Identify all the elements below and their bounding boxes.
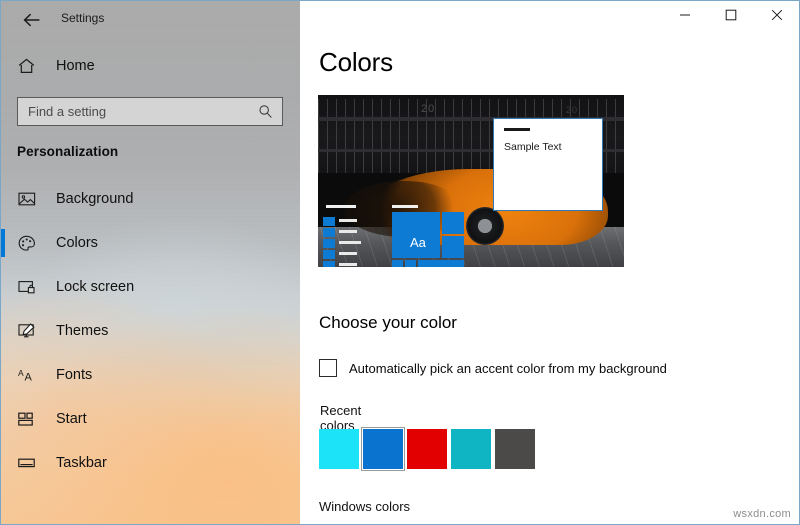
sidebar-item-background[interactable]: Background [1, 177, 300, 221]
preview-start-rail-title [326, 205, 356, 208]
sidebar-item-label: Background [56, 191, 133, 207]
color-preview-image: 20 20 [318, 95, 624, 267]
recent-colors-swatches [319, 429, 539, 469]
search-placeholder: Find a setting [28, 104, 258, 119]
preview-tile-group-title [392, 205, 418, 208]
maximize-icon [725, 8, 737, 26]
preview-tile-letter: Aa [410, 235, 426, 250]
sidebar-item-start[interactable]: Start [1, 397, 300, 441]
sidebar-item-fonts[interactable]: A A Fonts [1, 353, 300, 397]
sidebar: Settings Home Find a setting Personaliza… [1, 1, 300, 524]
lock-screen-icon [18, 279, 40, 295]
color-swatch[interactable] [407, 429, 447, 469]
window-title: Settings [61, 8, 104, 28]
window-controls [662, 1, 800, 33]
preview-car-wheel [466, 207, 504, 245]
sidebar-item-label: Colors [56, 235, 98, 251]
auto-accent-checkbox[interactable] [319, 359, 337, 377]
sidebar-home-label: Home [56, 58, 95, 74]
taskbar-icon [18, 456, 40, 470]
color-swatch[interactable] [319, 429, 359, 469]
svg-text:A: A [25, 372, 33, 384]
back-button[interactable] [10, 5, 54, 35]
color-swatch[interactable] [451, 429, 491, 469]
palette-icon [18, 235, 40, 252]
sidebar-item-colors[interactable]: Colors [1, 221, 300, 265]
preview-sample-text: Sample Text [504, 141, 562, 153]
sidebar-item-label: Themes [56, 323, 108, 339]
maximize-button[interactable] [708, 1, 754, 33]
start-tiles-icon [18, 412, 40, 427]
preview-wallpaper-number: 20 [421, 103, 435, 115]
watermark: wsxdn.com [733, 508, 791, 520]
settings-window: Settings Home Find a setting Personaliza… [0, 0, 800, 525]
sidebar-nav: Background Colors [1, 177, 300, 485]
sidebar-item-home[interactable]: Home [1, 48, 286, 84]
minimize-icon [679, 8, 691, 26]
sidebar-item-lock-screen[interactable]: Lock screen [1, 265, 300, 309]
close-icon [771, 8, 783, 26]
fonts-aa-icon: A A [18, 367, 40, 383]
selection-indicator [1, 229, 5, 257]
sidebar-item-taskbar[interactable]: Taskbar [1, 441, 300, 485]
search-input[interactable]: Find a setting [17, 97, 283, 126]
themes-brush-icon [18, 323, 40, 339]
auto-accent-label: Automatically pick an accent color from … [349, 361, 667, 376]
choose-color-heading: Choose your color [319, 313, 457, 333]
sidebar-item-label: Fonts [56, 367, 92, 383]
preview-sample-accent-bar [504, 128, 530, 131]
home-icon [18, 58, 40, 74]
preview-sample-window: Sample Text [493, 118, 603, 211]
minimize-button[interactable] [662, 1, 708, 33]
sidebar-section-title: Personalization [17, 144, 118, 159]
sidebar-item-label: Start [56, 411, 87, 427]
color-swatch[interactable] [363, 429, 403, 469]
picture-icon [18, 191, 40, 207]
page-title: Colors [319, 47, 393, 78]
sidebar-item-themes[interactable]: Themes [1, 309, 300, 353]
sidebar-item-label: Lock screen [56, 279, 134, 295]
auto-accent-row[interactable]: Automatically pick an accent color from … [319, 359, 667, 377]
search-icon [258, 104, 273, 119]
preview-wallpaper-number-2: 20 [566, 105, 578, 115]
close-button[interactable] [754, 1, 800, 33]
svg-text:A: A [18, 368, 24, 378]
color-swatch[interactable] [495, 429, 535, 469]
back-arrow-icon [23, 13, 41, 27]
sidebar-item-label: Taskbar [56, 455, 107, 471]
